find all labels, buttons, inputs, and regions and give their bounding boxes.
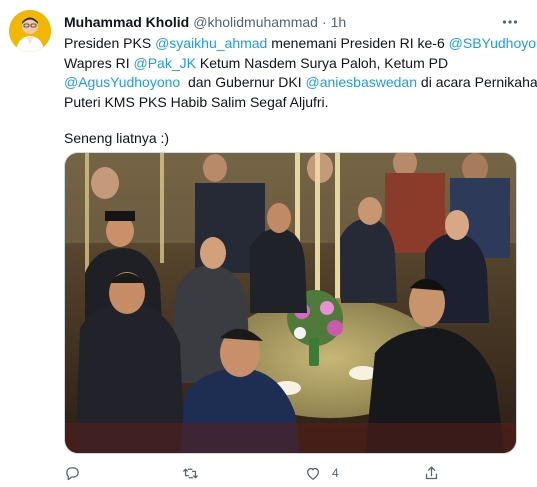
mention-link[interactable]: @Pak_JK — [134, 55, 196, 71]
tweet-actions: 4 — [64, 463, 517, 483]
text-segment: dan Gubernur DKI — [180, 74, 306, 90]
mention-link[interactable]: @SBYudhoyono — [449, 35, 537, 51]
reply-button[interactable] — [64, 463, 81, 483]
tweet-text-line: Seneng liatnya :) — [64, 130, 170, 146]
mention-link[interactable]: @aniesbaswedan — [306, 74, 418, 90]
share-button[interactable] — [423, 463, 440, 483]
tweet-photo[interactable] — [64, 152, 517, 454]
author-avatar[interactable] — [9, 10, 51, 52]
retweet-button[interactable] — [181, 463, 200, 483]
like-count: 4 — [332, 466, 339, 480]
tweet-text-line: Presiden PKS @syaikhu_ahmad menemani Pre… — [64, 34, 537, 54]
tweet-text-line: @AgusYudhoyono dan Gubernur DKI @aniesba… — [64, 73, 537, 93]
text-segment: menemani Presiden RI ke-6 — [267, 35, 449, 51]
mention-link[interactable]: @AgusYudhoyono — [64, 74, 180, 90]
event-photo-image — [65, 153, 516, 453]
separator-dot: · — [321, 14, 327, 30]
share-icon — [425, 465, 438, 479]
reply-icon — [66, 466, 79, 480]
like-button[interactable]: 4 — [304, 463, 339, 483]
tweet-card[interactable]: Muhammad Kholid @kholidmuhammad · 1h Pre… — [0, 0, 537, 487]
tweet-header: Muhammad Kholid @kholidmuhammad · 1h — [64, 13, 346, 31]
text-segment: Ketum Nasdem Surya Paloh, Ketum PD — [195, 54, 449, 71]
text-segment: di acara Pernikahan — [417, 74, 537, 90]
tweet-text-line: Puteri KMS PKS Habib Salim Segaf Aljufri… — [64, 93, 329, 110]
heart-icon — [307, 467, 319, 480]
retweet-icon — [183, 468, 198, 478]
mention-link[interactable]: @syaikhu_ahmad — [155, 35, 267, 51]
text-segment: Wapres RI — [64, 54, 134, 71]
author-display-name[interactable]: Muhammad Kholid — [64, 13, 189, 31]
more-options-button[interactable] — [497, 9, 523, 35]
tweet-text-line: Wapres RI @Pak_JK Ketum Nasdem Surya Pal… — [64, 54, 524, 74]
tweet-timestamp[interactable]: 1h — [331, 13, 347, 31]
text-segment: Presiden PKS — [64, 35, 156, 51]
user-avatar-icon — [9, 10, 51, 52]
more-horizontal-icon — [502, 20, 518, 24]
tweet-text: Presiden PKS @syaikhu_ahmad menemani Pre… — [64, 34, 537, 149]
author-handle[interactable]: @kholidmuhammad — [193, 13, 318, 31]
